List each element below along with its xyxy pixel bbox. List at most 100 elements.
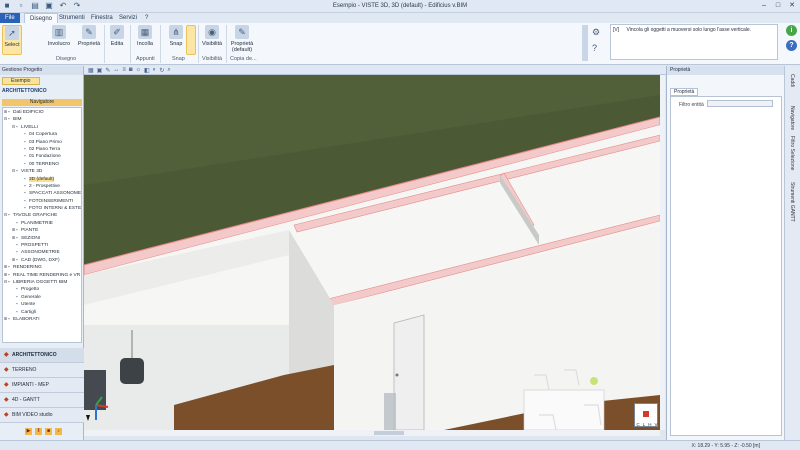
tree-node[interactable]: ▪ PROSPETTI [3, 241, 81, 248]
proprieta-button[interactable]: ✎ Proprietà [76, 25, 102, 47]
tree-node[interactable]: ▪ ASSONOMETRIE [3, 248, 81, 255]
module-item[interactable]: ◆ IMPIANTI - MEP [0, 378, 84, 393]
tree-node[interactable]: ▪ Progetto [3, 285, 81, 292]
close-icon[interactable]: ✕ [786, 1, 798, 11]
tab-disegno[interactable]: Disegno [24, 13, 59, 23]
project-tab[interactable]: Esempio [2, 77, 40, 85]
dock-filtro[interactable]: Filtro Selezione [789, 136, 795, 170]
involucro-button[interactable]: ▥ Involucro [44, 25, 74, 47]
tree-node[interactable]: ▪ 2 - Prospettive [3, 182, 81, 189]
view-cube-v[interactable]: V [654, 422, 657, 427]
view-cube-l[interactable]: L [643, 422, 646, 427]
tree-node[interactable]: ▪ FOTOINSERIMENTI [3, 197, 81, 204]
tree-node[interactable]: ▪ PLANIMETRIE [3, 219, 81, 226]
tree-node-label: Utente [21, 302, 36, 308]
group-copia: Copia de... [230, 56, 257, 62]
play-icon[interactable]: ▶ [25, 428, 32, 435]
section-icon[interactable]: ◧ [144, 67, 150, 74]
module-item[interactable]: ◆ ARCHITETTONICO [0, 348, 84, 363]
tree-node[interactable]: ⊞▪ PIANTE [3, 226, 81, 233]
tab-file[interactable]: File [0, 13, 20, 23]
visibilita-button[interactable]: ◉ Visibilità [200, 25, 224, 47]
help-panel-toggle[interactable] [582, 25, 588, 61]
paint-icon[interactable]: ✎ [105, 67, 110, 74]
group-disegno: Disegno [56, 56, 77, 62]
tab-servizi[interactable]: Servizi [114, 13, 142, 23]
edita-button[interactable]: ✐ Edita [106, 25, 128, 47]
dock-gantt[interactable]: Strumenti GANTT [789, 182, 795, 222]
tree-node[interactable]: ▪ Generale [3, 293, 81, 300]
minimize-icon[interactable]: – [758, 1, 770, 11]
tab-help[interactable]: ? [140, 13, 153, 23]
help-icon[interactable]: ? [786, 40, 797, 51]
tree-node[interactable]: ⊞▪ REAL TIME RENDERING e VR [3, 271, 81, 278]
orbit-icon[interactable]: ↻ [159, 67, 164, 74]
zoom-icon[interactable]: ⌕ [167, 67, 170, 74]
tree-node[interactable]: ▪FOTO INTERNI & ESTERNI [3, 204, 81, 211]
proprieta-default-button[interactable]: ✎ Proprietà (default) [228, 25, 256, 53]
section-title: ARCHITETTONICO [2, 88, 47, 94]
select-button[interactable]: ➚ Select [2, 25, 22, 55]
tree-node[interactable]: ⊟▪ LIBRERIA OGGETTI BIM [3, 278, 81, 285]
3d-scene[interactable] [84, 75, 660, 430]
dock-caddi[interactable]: Caddi [789, 74, 795, 87]
view-cube-c[interactable]: C [636, 422, 639, 427]
tree-node[interactable]: ▪ Utente [3, 300, 81, 307]
tree-node[interactable]: ⊞▪ CAD (DWG, DXF) [3, 256, 81, 263]
box-icon[interactable]: ▣ [97, 67, 103, 74]
tree-node[interactable]: ⊞▪ Dati EDIFICIO [3, 108, 81, 115]
grid-icon[interactable]: ▦ [88, 67, 94, 74]
tree-node[interactable]: ▪ 01 Fondazione [3, 152, 81, 159]
view-cube[interactable]: C L H V [634, 403, 658, 427]
incolla-button[interactable]: ▦ Incolla [134, 25, 156, 47]
properties-tab[interactable]: Proprietà [670, 88, 698, 96]
tree-node[interactable]: ▪SPACCATI ASSONOMETRICI [3, 189, 81, 196]
tree-node[interactable]: ▪ 00 TERRENO [3, 160, 81, 167]
tree-node[interactable]: ⊟▪ LIVELLI [3, 123, 81, 130]
view-cube-h[interactable]: H [648, 422, 651, 427]
tree-node[interactable]: ▪ 04 Copertura [3, 130, 81, 137]
tab-strumenti[interactable]: Strumenti [54, 13, 90, 23]
snap-button[interactable]: ⋔ Snap [166, 25, 186, 47]
module-item[interactable]: ◆ 4D - GANTT [0, 393, 84, 408]
tree-node[interactable]: ⊞▪ RENDERING [3, 263, 81, 270]
module-item[interactable]: ◆ BIM VIDEO studio [0, 408, 84, 423]
message-icon[interactable]: ⚙ [592, 27, 606, 39]
tree-node[interactable]: ▪ Cartigli [3, 308, 81, 315]
vertical-scrollbar[interactable] [660, 75, 665, 430]
dock-navigatore[interactable]: Navigatore [789, 106, 795, 130]
lamp-shade [120, 358, 144, 384]
info-icon[interactable]: i [786, 25, 797, 36]
tree-node[interactable]: ▪ 03 Piano Primo [3, 138, 81, 145]
light-icon[interactable]: ☼ [136, 67, 142, 73]
tree-node[interactable]: ⊞▪ ELABORATI [3, 315, 81, 322]
tree-node[interactable]: ▪ 3D (default) [3, 175, 81, 182]
sound-icon[interactable]: ♪ [55, 428, 62, 435]
camera-icon[interactable]: ◙ [129, 67, 133, 73]
snap-toggle[interactable] [186, 25, 196, 55]
tree-node[interactable]: ▪ 02 Piano Terra [3, 145, 81, 152]
stop-icon[interactable]: ■ [45, 428, 52, 435]
door [393, 314, 425, 430]
tree-node[interactable]: ⊟▪ BIM [3, 115, 81, 122]
horizontal-scrollbar[interactable] [84, 430, 660, 436]
layers-icon[interactable]: ≡ [122, 67, 126, 73]
measure-icon[interactable]: ↔ [113, 67, 119, 73]
tree-node[interactable]: ⊟▪ TAVOLE GRAFICHE [3, 211, 81, 218]
tab-finestra[interactable]: Finestra [86, 13, 118, 23]
tree-node[interactable]: ⊟▪ VISTE 3D [3, 167, 81, 174]
module-item[interactable]: ◆ TERRENO [0, 363, 84, 378]
tree-node-label: Generale [21, 294, 41, 300]
tree-node[interactable]: ⊞▪ SEZIONI [3, 234, 81, 241]
question-chat-icon[interactable]: ? [592, 43, 606, 55]
3d-viewport[interactable]: C L H V [84, 75, 660, 430]
pause-icon[interactable]: ‖ [35, 428, 42, 435]
module-icon: ◆ [4, 367, 9, 373]
module-label: ARCHITETTONICO [12, 352, 57, 358]
maximize-icon[interactable]: □ [772, 1, 784, 11]
properties-title: Proprietà [667, 66, 784, 75]
tree-node-label: Progetto [21, 287, 40, 293]
eye-icon: ◉ [205, 25, 219, 39]
render-icon[interactable]: ◐ [153, 67, 157, 73]
filter-select[interactable] [707, 100, 773, 107]
